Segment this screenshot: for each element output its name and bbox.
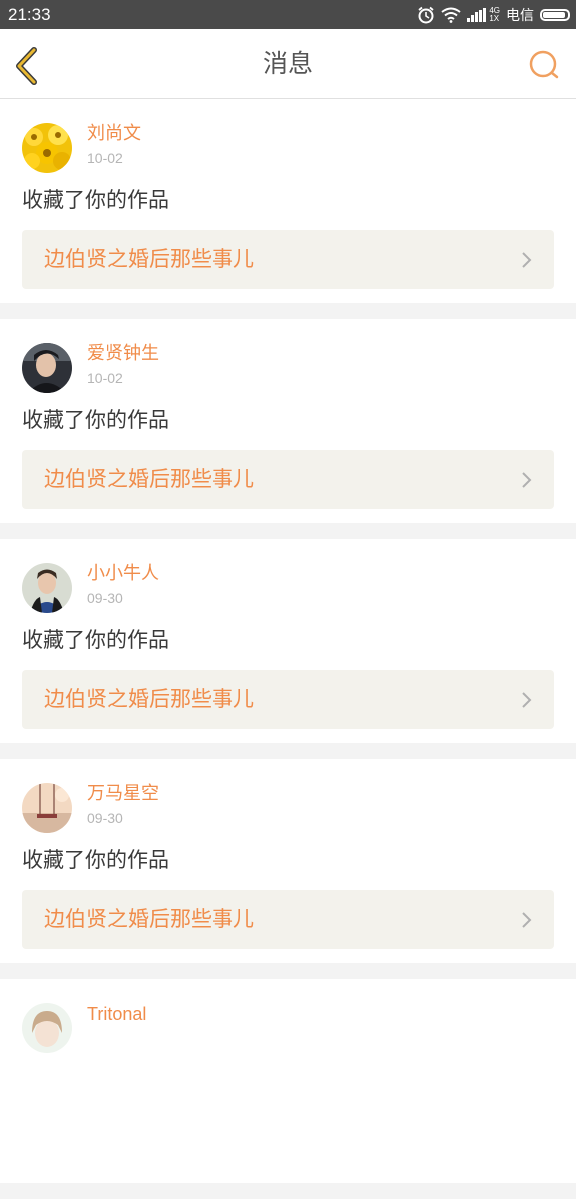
battery-level [543, 12, 565, 18]
message-card: 爱贤钟生 10-02 收藏了你的作品 边伯贤之婚后那些事儿 [0, 319, 576, 523]
person-avatar-icon [22, 343, 72, 393]
avatar[interactable] [22, 1003, 72, 1053]
message-action: 收藏了你的作品 [22, 848, 169, 872]
anime-girl-avatar-icon [22, 1003, 72, 1053]
network-type-bottom: 1X [489, 14, 500, 23]
chevron-right-icon [522, 912, 532, 928]
search-button[interactable] [528, 49, 560, 81]
alarm-icon [418, 6, 434, 24]
message-card: 万马星空 09-30 收藏了你的作品 边伯贤之婚后那些事儿 [0, 759, 576, 963]
chevron-right-icon [522, 472, 532, 488]
user-name[interactable]: 小小牛人 [87, 561, 159, 587]
work-link[interactable]: 边伯贤之婚后那些事儿 [22, 230, 554, 289]
message-card: Tritonal [0, 979, 576, 1183]
user-name[interactable]: Tritonal [87, 1001, 146, 1027]
swing-scene-avatar-icon [22, 783, 72, 833]
user-name[interactable]: 万马星空 [87, 781, 159, 807]
message-date: 09-30 [87, 590, 123, 606]
message-date: 10-02 [87, 150, 123, 166]
message-date: 10-02 [87, 370, 123, 386]
sunflower-avatar-icon [22, 123, 72, 173]
wifi-icon [441, 7, 461, 23]
user-name[interactable]: 爱贤钟生 [87, 341, 159, 367]
carrier-label: 电信 [506, 8, 534, 24]
work-title: 边伯贤之婚后那些事儿 [44, 687, 254, 711]
message-list: 刘尚文 10-02 收藏了你的作品 边伯贤之婚后那些事儿 爱贤钟生 10-02 … [0, 99, 576, 1199]
status-time: 21:33 [8, 5, 51, 24]
status-bar: 21:33 4G 1X 电信 [0, 0, 576, 29]
work-link[interactable]: 边伯贤之婚后那些事儿 [22, 670, 554, 729]
work-link[interactable]: 边伯贤之婚后那些事儿 [22, 890, 554, 949]
app-header: 消息 [0, 29, 576, 99]
message-action: 收藏了你的作品 [22, 628, 169, 652]
user-name[interactable]: 刘尚文 [87, 121, 141, 147]
network-type: 4G 1X [489, 7, 500, 23]
work-title: 边伯贤之婚后那些事儿 [44, 907, 254, 931]
battery-icon [540, 9, 570, 21]
work-title: 边伯贤之婚后那些事儿 [44, 247, 254, 271]
chevron-right-icon [522, 252, 532, 268]
person-avatar-icon [22, 563, 72, 613]
message-card: 刘尚文 10-02 收藏了你的作品 边伯贤之婚后那些事儿 [0, 99, 576, 303]
message-action: 收藏了你的作品 [22, 408, 169, 432]
avatar[interactable] [22, 563, 72, 613]
message-date: 09-30 [87, 810, 123, 826]
chevron-right-icon [522, 692, 532, 708]
message-action: 收藏了你的作品 [22, 188, 169, 212]
avatar[interactable] [22, 343, 72, 393]
search-icon [529, 50, 559, 79]
work-link[interactable]: 边伯贤之婚后那些事儿 [22, 450, 554, 509]
work-title: 边伯贤之婚后那些事儿 [44, 467, 254, 491]
message-card: 小小牛人 09-30 收藏了你的作品 边伯贤之婚后那些事儿 [0, 539, 576, 743]
page-title: 消息 [262, 49, 313, 78]
status-icons: 4G 1X 电信 [417, 4, 570, 26]
avatar[interactable] [22, 783, 72, 833]
avatar[interactable] [22, 123, 72, 173]
signal-icon [467, 8, 487, 22]
